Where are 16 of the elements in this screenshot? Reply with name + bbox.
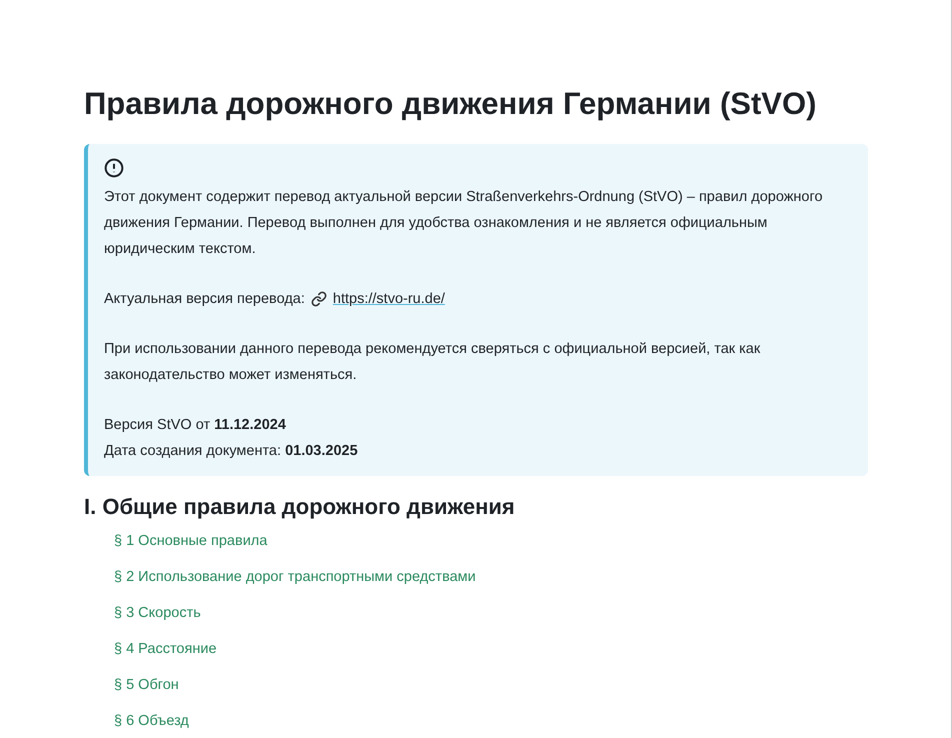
notice-text: Этот документ содержит перевод актуальной версии Straßenverkehrs-Ordnung (StVO) – правил дорожного движения Германии. Перевод выполнен для удобства ознакомления и не является официальным юридическим текстом. [104,188,824,259]
section-link[interactable]: § 3 Скорость [114,602,201,624]
section-link[interactable]: § 1 Основные правила [114,530,268,552]
notice-text: При использовании данного перевода рекомендуется сверяться с официальной версией, так как законодательство может изменяться. [104,340,762,385]
page-title: Правила дорожного движения Германии (StVO) [84,85,818,123]
link-label: Актуальная версия перевода: [104,290,305,309]
version-text: Дата создания документа: 01.03.2025 [104,442,359,461]
section-link[interactable]: § 4 Расстояние [114,638,217,660]
section-heading: I. Общие правила дорожного движения [84,493,516,521]
section-link[interactable]: § 6 Объезд [114,710,189,732]
translation-link[interactable]: https://stvo-ru.de/ [332,286,445,312]
section-link[interactable]: § 2 Использование дорог транспортными средствами [114,566,476,588]
section-link[interactable]: § 5 Обгон [114,674,179,696]
version-text: Версия StVO от 11.12.2024 [104,416,287,435]
alert-icon [104,158,124,178]
link-icon [310,291,327,307]
